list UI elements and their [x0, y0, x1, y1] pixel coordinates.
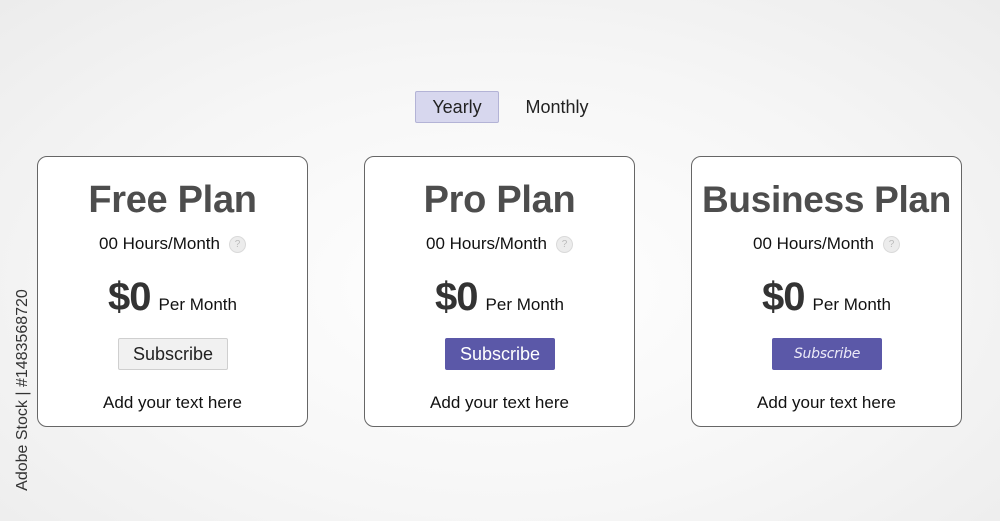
plan-card-free: Free Plan 00 Hours/Month ? $0 Per Month …: [37, 156, 308, 427]
plan-price: $0: [435, 275, 478, 319]
subscribe-button-business[interactable]: Subscribe: [772, 338, 882, 370]
stock-id-watermark: Adobe Stock | #1483568720: [13, 275, 33, 508]
plan-period: Per Month: [812, 295, 891, 314]
stock-id-text: Adobe Stock | #1483568720: [14, 289, 31, 491]
plan-card-pro: Pro Plan 00 Hours/Month ? $0 Per Month S…: [364, 156, 635, 427]
billing-toggle: Yearly Monthly: [415, 91, 601, 123]
plan-hours-row: 00 Hours/Month ?: [365, 234, 634, 254]
plan-price-row: $0 Per Month: [38, 275, 307, 320]
plan-hours: 00 Hours/Month: [753, 234, 874, 253]
yearly-toggle-button[interactable]: Yearly: [415, 91, 499, 123]
plan-price-row: $0 Per Month: [365, 275, 634, 320]
subscribe-button-free[interactable]: Subscribe: [118, 338, 228, 370]
plan-title: Business Plan: [701, 179, 952, 220]
question-circle-icon[interactable]: ?: [555, 235, 573, 253]
question-circle-icon[interactable]: ?: [882, 235, 900, 253]
plan-title: Pro Plan: [423, 179, 576, 221]
plan-price: $0: [108, 275, 151, 319]
plan-period: Per Month: [158, 295, 237, 314]
plan-footer-text: Add your text here: [430, 393, 569, 412]
plan-price: $0: [762, 275, 805, 319]
plan-period: Per Month: [485, 295, 564, 314]
question-circle-icon[interactable]: ?: [228, 235, 246, 253]
plan-footer-text: Add your text here: [757, 393, 896, 412]
plan-hours-row: 00 Hours/Month ?: [38, 234, 307, 254]
monthly-toggle-button[interactable]: Monthly: [513, 91, 601, 123]
plan-hours-row: 00 Hours/Month ?: [692, 234, 961, 254]
plan-card-business: Business Plan 00 Hours/Month ? $0 Per Mo…: [691, 156, 962, 427]
subscribe-button-pro[interactable]: Subscribe: [445, 338, 555, 370]
plan-hours: 00 Hours/Month: [426, 234, 547, 253]
plan-hours: 00 Hours/Month: [99, 234, 220, 253]
plan-title: Free Plan: [88, 179, 257, 221]
plan-footer-text: Add your text here: [103, 393, 242, 412]
plan-price-row: $0 Per Month: [692, 275, 961, 320]
